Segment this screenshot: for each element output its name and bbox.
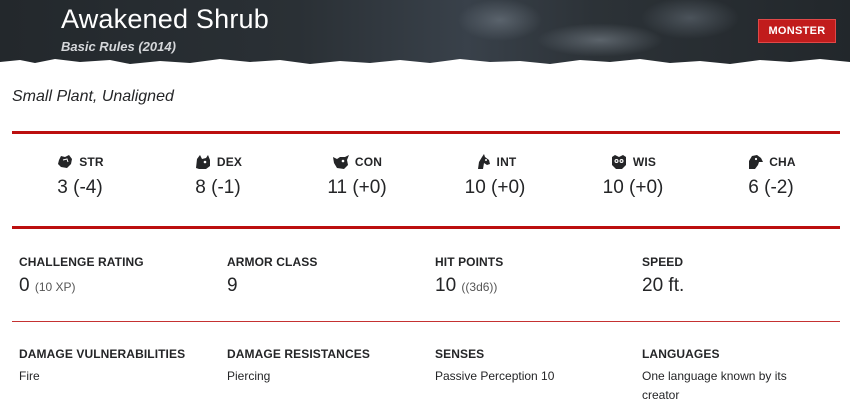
property-value: One language known by its creator bbox=[642, 369, 787, 402]
ability-dex: DEX 8 (-1) bbox=[158, 153, 278, 199]
stat-label: ARMOR CLASS bbox=[227, 255, 318, 269]
armor-class: ARMOR CLASS 9 bbox=[227, 255, 317, 297]
challenge-rating: CHALLENGE RATING 0 (10 XP) bbox=[19, 255, 144, 297]
ability-name: WIS bbox=[632, 155, 657, 169]
header-artwork bbox=[380, 0, 800, 66]
stat-label: SPEED bbox=[642, 255, 684, 269]
ability-name: DEX bbox=[216, 155, 243, 169]
ability-score: 11 (+0) bbox=[327, 177, 387, 198]
monster-name: Awakened Shrub bbox=[61, 4, 269, 34]
owl-head-icon bbox=[611, 155, 626, 169]
ability-cha: CHA 6 (-2) bbox=[711, 153, 831, 199]
stat-label: DAMAGE RESISTANCES bbox=[227, 347, 370, 361]
ability-score: 3 (-4) bbox=[57, 177, 103, 198]
stat-label: LANGUAGES bbox=[642, 347, 720, 361]
monster-meta: Small Plant, Unaligned bbox=[12, 88, 174, 105]
stat-label: CHALLENGE RATING bbox=[19, 255, 144, 269]
ability-name: CON bbox=[354, 155, 383, 169]
languages: LANGUAGES One language known by its crea… bbox=[642, 347, 812, 405]
stat-value: 10 ((3d6)) bbox=[435, 275, 503, 297]
ability-score: 8 (-1) bbox=[195, 177, 241, 198]
hp-dice[interactable]: ((3d6)) bbox=[461, 280, 497, 294]
torn-edge-decoration bbox=[0, 59, 850, 66]
ability-name: CHA bbox=[769, 155, 796, 169]
fist-icon bbox=[58, 155, 73, 168]
challenge-value: 0 bbox=[19, 275, 30, 296]
property-value: Fire bbox=[19, 369, 40, 383]
damage-vulnerabilities: DAMAGE VULNERABILITIES Fire bbox=[19, 347, 209, 386]
divider bbox=[12, 131, 840, 134]
ability-score: 10 (+0) bbox=[464, 177, 526, 198]
stat-label: HIT POINTS bbox=[435, 255, 504, 269]
source-book[interactable]: Basic Rules (2014) bbox=[61, 39, 176, 54]
stat-label: DAMAGE VULNERABILITIES bbox=[19, 347, 186, 361]
bull-head-icon bbox=[332, 155, 349, 169]
armor-value: 9 bbox=[227, 275, 238, 296]
horse-head-icon bbox=[477, 154, 490, 169]
property-value: Passive Perception 10 bbox=[435, 369, 555, 383]
divider bbox=[12, 321, 840, 322]
speed-value: 20 ft. bbox=[642, 275, 685, 296]
ability-scores: STR 3 (-4) DEX 8 (-1) CON 11 (+0) INT 10… bbox=[0, 153, 850, 213]
damage-resistances: DAMAGE RESISTANCES Piercing bbox=[227, 347, 417, 386]
ability-wis: WIS 10 (+0) bbox=[573, 153, 693, 199]
monster-badge: MONSTER bbox=[758, 19, 836, 43]
speed: SPEED 20 ft. bbox=[642, 255, 684, 297]
senses: SENSES Passive Perception 10 bbox=[435, 347, 625, 386]
ability-int: INT 10 (+0) bbox=[435, 153, 555, 199]
divider bbox=[12, 226, 840, 229]
stat-label: SENSES bbox=[435, 347, 485, 361]
xp-value: (10 XP) bbox=[34, 280, 76, 294]
ability-name: INT bbox=[496, 155, 517, 169]
hit-points: HIT POINTS 10 ((3d6)) bbox=[435, 255, 503, 297]
eagle-head-icon bbox=[749, 155, 764, 169]
cat-head-icon bbox=[195, 155, 210, 169]
ability-str: STR 3 (-4) bbox=[20, 153, 140, 199]
ability-score: 10 (+0) bbox=[602, 177, 664, 198]
stat-value: 0 (10 XP) bbox=[19, 275, 144, 297]
property-value: Piercing bbox=[227, 369, 271, 383]
hp-value: 10 bbox=[435, 275, 457, 296]
monster-header: Awakened Shrub Basic Rules (2014) MONSTE… bbox=[0, 0, 850, 66]
ability-score: 6 (-2) bbox=[748, 177, 794, 198]
ability-con: CON 11 (+0) bbox=[297, 153, 417, 199]
ability-name: STR bbox=[79, 155, 104, 169]
